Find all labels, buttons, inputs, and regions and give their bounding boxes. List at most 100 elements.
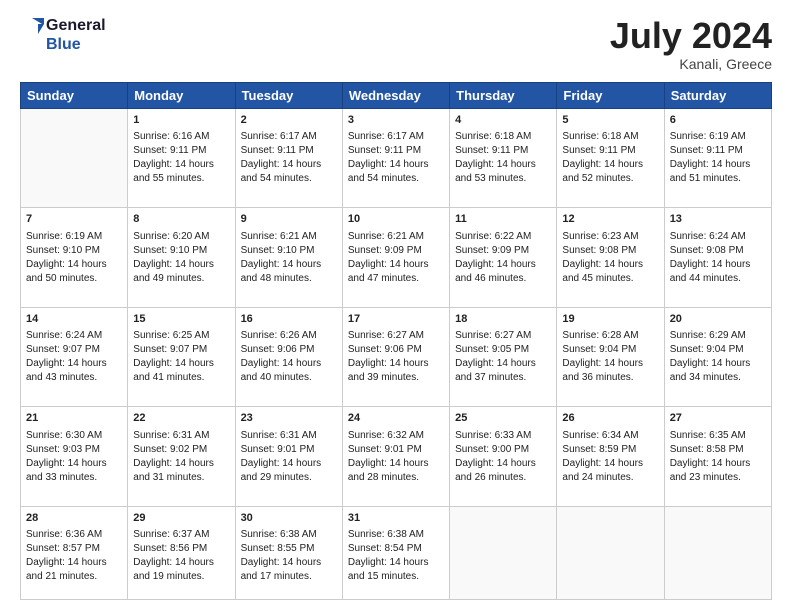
calendar-cell [664,506,771,599]
cell-text: Sunset: 9:08 PM [670,244,766,258]
col-sunday: Sunday [21,82,128,108]
header: General Blue July 2024 Kanali, Greece [20,16,772,72]
cell-text: Sunrise: 6:36 AM [26,528,122,542]
day-number: 6 [670,113,766,128]
col-thursday: Thursday [450,82,557,108]
cell-text: Daylight: 14 hours [562,258,658,272]
day-number: 7 [26,212,122,227]
calendar-cell: 3Sunrise: 6:17 AMSunset: 9:11 PMDaylight… [342,108,449,208]
calendar-cell: 23Sunrise: 6:31 AMSunset: 9:01 PMDayligh… [235,407,342,507]
day-number: 19 [562,312,658,327]
cell-text: Daylight: 14 hours [348,158,444,172]
day-number: 23 [241,411,337,426]
cell-text: and 45 minutes. [562,272,658,286]
header-row: Sunday Monday Tuesday Wednesday Thursday… [21,82,772,108]
cell-text: Sunset: 8:59 PM [562,443,658,457]
cell-text: Sunrise: 6:18 AM [562,130,658,144]
cell-text: Sunrise: 6:31 AM [133,429,229,443]
calendar-cell: 1Sunrise: 6:16 AMSunset: 9:11 PMDaylight… [128,108,235,208]
cell-text: Sunset: 9:07 PM [133,343,229,357]
cell-text: Sunset: 9:05 PM [455,343,551,357]
calendar-cell: 18Sunrise: 6:27 AMSunset: 9:05 PMDayligh… [450,307,557,407]
day-number: 20 [670,312,766,327]
cell-text: Sunrise: 6:32 AM [348,429,444,443]
cell-text: Daylight: 14 hours [241,158,337,172]
calendar-cell: 24Sunrise: 6:32 AMSunset: 9:01 PMDayligh… [342,407,449,507]
day-number: 18 [455,312,551,327]
week-row-1: 1Sunrise: 6:16 AMSunset: 9:11 PMDaylight… [21,108,772,208]
cell-text: Daylight: 14 hours [241,556,337,570]
cell-text: and 28 minutes. [348,471,444,485]
cell-text: Sunrise: 6:31 AM [241,429,337,443]
cell-text: and 36 minutes. [562,371,658,385]
cell-text: Sunrise: 6:17 AM [348,130,444,144]
cell-text: and 54 minutes. [348,172,444,186]
cell-text: Sunset: 9:01 PM [348,443,444,457]
cell-text: and 46 minutes. [455,272,551,286]
cell-text: and 49 minutes. [133,272,229,286]
cell-text: and 53 minutes. [455,172,551,186]
cell-text: Sunrise: 6:19 AM [670,130,766,144]
calendar-cell: 21Sunrise: 6:30 AMSunset: 9:03 PMDayligh… [21,407,128,507]
cell-text: Daylight: 14 hours [133,258,229,272]
cell-text: Sunrise: 6:18 AM [455,130,551,144]
cell-text: Sunset: 9:11 PM [133,144,229,158]
cell-text: and 40 minutes. [241,371,337,385]
cell-text: Sunset: 9:11 PM [241,144,337,158]
cell-text: and 17 minutes. [241,570,337,584]
cell-text: Daylight: 14 hours [455,457,551,471]
cell-text: Sunset: 8:55 PM [241,542,337,556]
calendar-cell: 6Sunrise: 6:19 AMSunset: 9:11 PMDaylight… [664,108,771,208]
calendar-cell: 15Sunrise: 6:25 AMSunset: 9:07 PMDayligh… [128,307,235,407]
cell-text: and 23 minutes. [670,471,766,485]
cell-text: Sunrise: 6:38 AM [241,528,337,542]
day-number: 14 [26,312,122,327]
cell-text: Sunrise: 6:22 AM [455,230,551,244]
calendar-cell: 28Sunrise: 6:36 AMSunset: 8:57 PMDayligh… [21,506,128,599]
location: Kanali, Greece [610,56,772,72]
calendar-cell: 17Sunrise: 6:27 AMSunset: 9:06 PMDayligh… [342,307,449,407]
cell-text: Daylight: 14 hours [26,457,122,471]
cell-text: Sunrise: 6:21 AM [241,230,337,244]
calendar-cell: 25Sunrise: 6:33 AMSunset: 9:00 PMDayligh… [450,407,557,507]
col-friday: Friday [557,82,664,108]
cell-text: Sunrise: 6:28 AM [562,329,658,343]
cell-text: Sunrise: 6:33 AM [455,429,551,443]
cell-text: Sunset: 9:11 PM [670,144,766,158]
calendar-cell: 19Sunrise: 6:28 AMSunset: 9:04 PMDayligh… [557,307,664,407]
week-row-3: 14Sunrise: 6:24 AMSunset: 9:07 PMDayligh… [21,307,772,407]
day-number: 13 [670,212,766,227]
day-number: 27 [670,411,766,426]
day-number: 29 [133,511,229,526]
day-number: 22 [133,411,229,426]
cell-text: Sunrise: 6:38 AM [348,528,444,542]
cell-text: and 48 minutes. [241,272,337,286]
cell-text: and 21 minutes. [26,570,122,584]
cell-text: and 44 minutes. [670,272,766,286]
cell-text: Sunrise: 6:29 AM [670,329,766,343]
cell-text: and 39 minutes. [348,371,444,385]
month-year: July 2024 [610,16,772,56]
cell-text: Sunrise: 6:27 AM [348,329,444,343]
day-number: 11 [455,212,551,227]
calendar-cell: 11Sunrise: 6:22 AMSunset: 9:09 PMDayligh… [450,208,557,308]
day-number: 4 [455,113,551,128]
calendar-cell [450,506,557,599]
day-number: 8 [133,212,229,227]
cell-text: and 41 minutes. [133,371,229,385]
day-number: 1 [133,113,229,128]
calendar-cell: 8Sunrise: 6:20 AMSunset: 9:10 PMDaylight… [128,208,235,308]
col-wednesday: Wednesday [342,82,449,108]
calendar-cell: 5Sunrise: 6:18 AMSunset: 9:11 PMDaylight… [557,108,664,208]
calendar-cell: 10Sunrise: 6:21 AMSunset: 9:09 PMDayligh… [342,208,449,308]
cell-text: Sunset: 9:06 PM [241,343,337,357]
cell-text: and 31 minutes. [133,471,229,485]
cell-text: Sunset: 9:07 PM [26,343,122,357]
cell-text: Daylight: 14 hours [348,556,444,570]
calendar-page: General Blue July 2024 Kanali, Greece Su… [0,0,792,612]
day-number: 9 [241,212,337,227]
cell-text: Sunset: 9:11 PM [455,144,551,158]
calendar-cell: 14Sunrise: 6:24 AMSunset: 9:07 PMDayligh… [21,307,128,407]
day-number: 26 [562,411,658,426]
cell-text: Sunset: 9:04 PM [562,343,658,357]
